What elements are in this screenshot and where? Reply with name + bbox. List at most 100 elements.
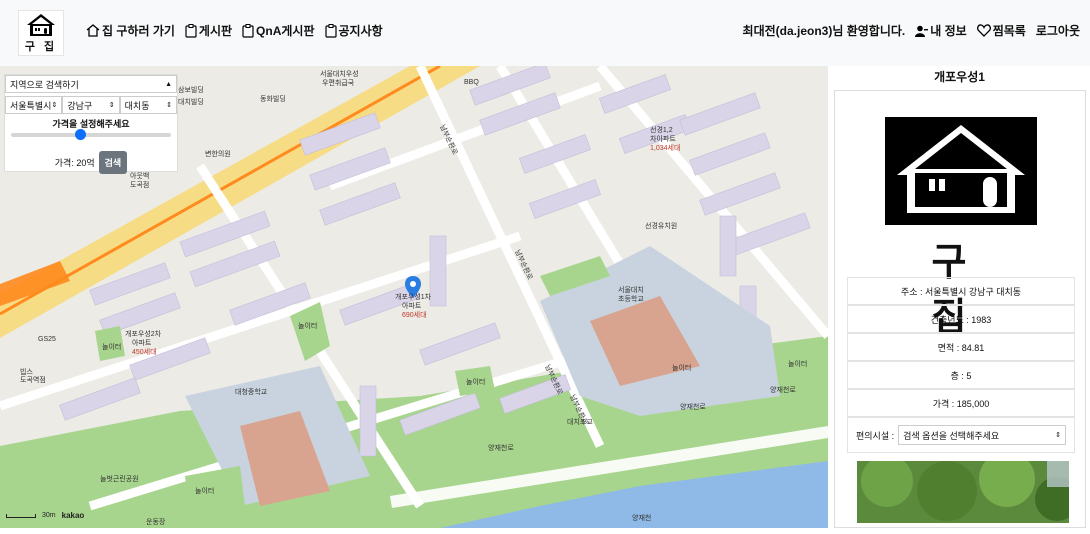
poi-label: 놀이터 [298,321,317,330]
sido-select[interactable]: 서울특별시 ⇕ [5,96,63,114]
my-info-link[interactable]: 내 정보 [915,22,967,39]
poi-label: 놀이터 [672,363,691,372]
card-logo: 구 집 [885,117,1037,339]
poi-label: 삼보빌딩 [178,85,204,94]
address-row: 주소 : 서울특별시 강남구 대치동 [847,277,1075,305]
apartment-title: 개포우성1 [934,70,985,84]
poi-label: 놀이터 [195,486,214,495]
top-navbar: 구 집 집 구하러 가기 게시판 QnA게시판 공지사항 최대전(da.jeon… [0,0,1090,66]
poi-label: 선경1,2 [650,125,673,134]
amenity-placeholder: 검색 옵션을 선택해주세요 [903,430,1000,441]
price-row: 가격 : 185,000 [847,389,1075,417]
gugun-value: 강남구 [67,100,93,111]
map-attribution: 30m kakao [6,511,84,520]
gugun-select[interactable]: 강남구 ⇕ [62,96,120,114]
price-slider-thumb[interactable] [75,129,87,140]
logo-text: 구 집 [24,40,58,53]
chevron-down-icon: ⇕ [108,102,115,109]
poi-label: GS25 [38,336,56,343]
user-menu: 최대전(da.jeon3)님 환영합니다. 내 정보 찜목록 로그아웃 [743,22,1080,39]
heart-icon [976,24,991,37]
logout-link[interactable]: 로그아웃 [1036,22,1080,39]
nav-qna-label: QnA게시판 [256,24,315,38]
poi-label: 아파트 [402,301,422,310]
price-row: 가격: 20억 검색 [5,151,177,174]
price-prompt: 가격을 설정해주세요 [52,119,130,129]
chevron-down-icon: ⇕ [166,102,172,109]
favorites-link[interactable]: 찜목록 [976,22,1026,39]
poi-label: 놀이터 [788,359,807,368]
poi-label: 690세대 [402,310,427,319]
house-logo-icon [885,117,1037,225]
search-button[interactable]: 검색 [98,151,128,174]
nav-find-house-label: 집 구하러 가기 [102,24,175,38]
tree-photo [857,461,1069,523]
floor-row: 층 : 5 [847,361,1075,389]
detail-card: 구 집 주소 : 서울특별시 강남구 대치동 건축년도 : 1983 면적 : … [834,90,1086,528]
price-slider[interactable] [11,129,171,140]
poi-label: 초등학교 [618,294,644,303]
apartment-photo [857,461,1069,523]
welcome-text: 최대전(da.jeon3)님 환영합니다. [742,24,906,38]
poi-label: 양재천로 [770,385,796,394]
chevron-down-icon: ▲︎ [165,80,172,88]
poi-label: 1,034세대 [650,143,680,152]
chevron-down-icon: ⇕ [51,102,58,109]
house-logo-icon [27,13,55,36]
poi-label: 대청중학교 [235,387,268,396]
poi-label: 서울대치 [618,285,644,294]
nav-notice-label: 공지사항 [338,24,383,38]
map-provider-logo: kakao [61,511,85,520]
nav-board[interactable]: 게시판 [185,22,232,39]
amenity-select[interactable]: 검색 옵션을 선택해주세요 ⇕ [898,425,1066,445]
poi-label: 운동장 [146,517,166,526]
poi-label: 빕스 [20,367,33,376]
user-icon [915,25,929,37]
poi-label: 양재천로 [488,443,514,452]
nav-board-label: 게시판 [198,24,233,38]
clipboard-icon [242,23,254,38]
scale-label: 30m [42,512,56,519]
poi-label: 늘벗근린공원 [100,474,139,483]
poi-label: 놀이터 [102,342,121,351]
scale-bar [6,513,36,518]
poi-label: 개포우성1차 [395,292,432,301]
nav-find-house[interactable]: 집 구하러 가기 [86,22,175,39]
main-menu: 집 구하러 가기 게시판 QnA게시판 공지사항 [86,22,383,39]
favorites-label: 찜목록 [992,24,1026,38]
nav-qna[interactable]: QnA게시판 [242,22,315,39]
clipboard-icon [324,23,337,38]
home-icon [86,24,100,37]
sido-value: 서울특별시 [10,100,52,111]
poi-label: BBQ [464,79,479,86]
poi-label: 놀이터 [466,377,485,386]
poi-label: 양재천 [632,513,651,522]
poi-label: 개포우성2차 [125,329,162,338]
site-logo[interactable]: 구 집 [18,10,64,56]
poi-label: 서울대치우성 [320,69,359,78]
built-year-row: 건축년도 : 1983 [847,305,1075,333]
region-selects: 서울특별시 ⇕ 강남구 ⇕ 대치동 ⇕ [5,96,177,114]
poi-label: 도곡점 [130,181,149,189]
clipboard-icon [185,23,197,38]
my-info-label: 내 정보 [930,24,967,38]
nav-notice[interactable]: 공지사항 [324,22,383,39]
poi-label: 450세대 [132,347,157,356]
poi-label: 차아파트 [650,134,676,143]
search-mode-select[interactable]: 지역으로 검색하기 ▲︎ [5,75,177,93]
area-row: 면적 : 84.81 [847,333,1075,361]
poi-label: 양재천로 [680,402,706,411]
search-mode-value: 지역으로 검색하기 [10,79,79,90]
amenity-label: 편의시설 : [856,430,895,441]
poi-label: 우편취급국 [322,78,355,87]
poi-label: 도곡역점 [20,375,46,384]
search-panel: 지역으로 검색하기 ▲︎ 서울특별시 ⇕ 강남구 ⇕ 대치동 ⇕ 가격을 설정해… [4,74,178,174]
dong-select[interactable]: 대치동 ⇕ [119,96,177,114]
poi-label: 변한의원 [205,149,231,158]
poi-label: 아파트 [132,338,152,347]
dong-value: 대치동 [124,100,150,111]
chevron-down-icon: ⇕ [1055,432,1061,439]
poi-label: 동화빌딩 [260,94,286,103]
poi-label: 대치빌딩 [178,97,204,106]
poi-label: 선경유치원 [645,221,677,230]
